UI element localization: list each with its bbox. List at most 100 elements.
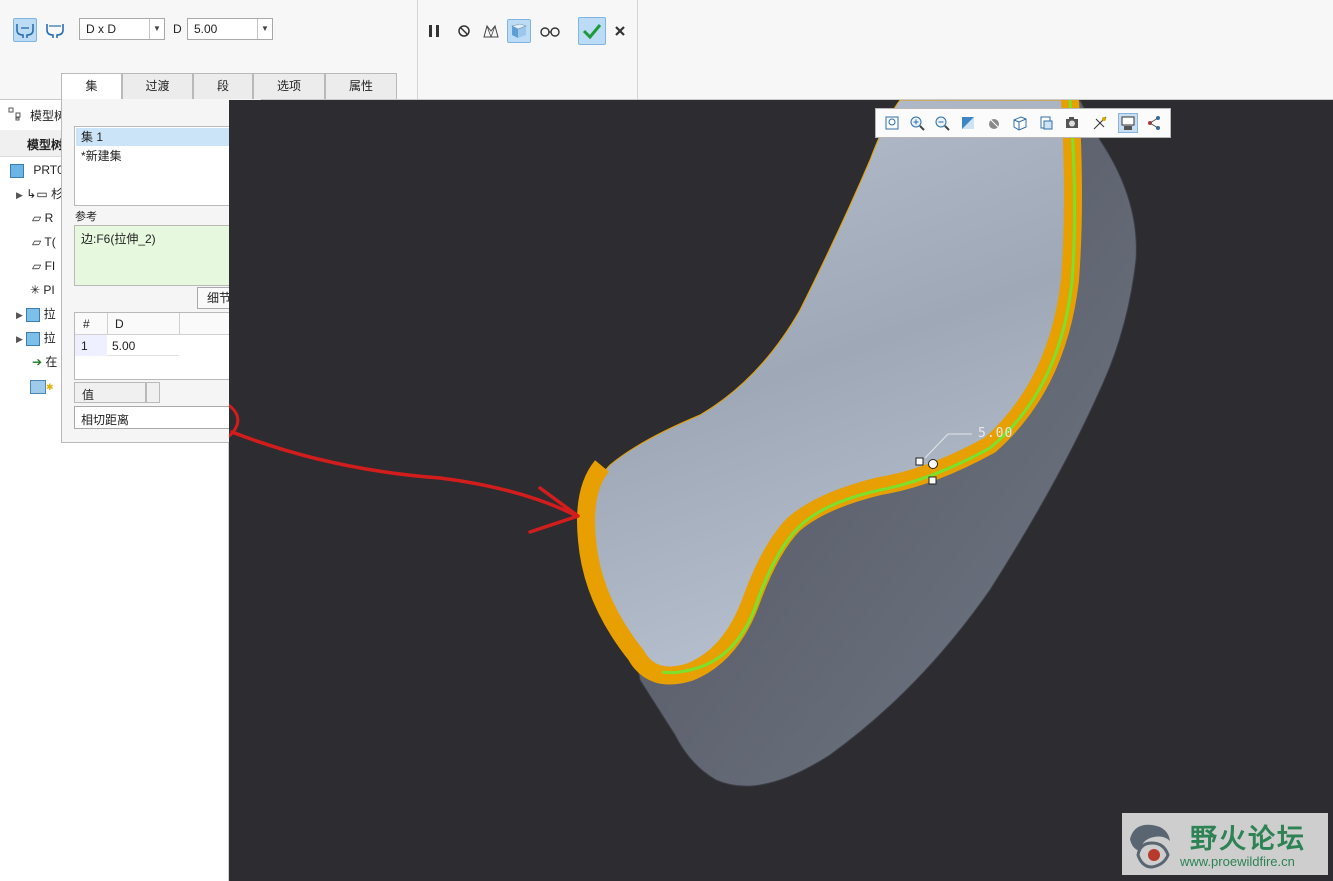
row-d-value: 5.00 <box>112 339 136 353</box>
model-tree-subtitle: 模型树 <box>27 138 64 152</box>
repaint-icon <box>962 117 974 129</box>
dimension-callout[interactable]: 5.00 <box>978 426 1013 441</box>
pause-icon <box>429 25 439 37</box>
chevron-down-icon: ▼ <box>149 19 164 39</box>
perspective-button[interactable] <box>1062 113 1082 133</box>
set-type-dropdown[interactable]: D x D ▼ <box>79 18 165 40</box>
drag-handle[interactable] <box>928 476 937 485</box>
watermark-url: www.proewildfire.cn <box>1180 854 1295 869</box>
display-style-icon <box>989 118 999 129</box>
cube-orientation-icon <box>1013 116 1027 131</box>
dimension-value: 5.00 <box>194 22 218 36</box>
display-style-button[interactable] <box>984 113 1004 133</box>
radius-table: # D 1 5.00 <box>74 312 251 380</box>
zoom-out-icon <box>935 116 950 131</box>
annotation-display-icon <box>1121 116 1135 130</box>
transition-icon <box>46 24 64 38</box>
radius-table-header: # D <box>75 313 250 335</box>
expand-arrow-icon: ▶ <box>16 310 23 320</box>
graphics-viewport[interactable]: 5.00 <box>229 100 1333 881</box>
zoom-in-icon <box>910 116 925 131</box>
round-set-icon <box>16 24 34 38</box>
camera-icon <box>1066 117 1078 128</box>
tab-properties[interactable]: 属性 <box>325 73 397 99</box>
tree-item-part[interactable]: PRT0 <box>10 159 64 181</box>
refit-icon <box>885 116 899 130</box>
column-header-d: D <box>115 317 124 331</box>
insert-arrow-icon: ➔ <box>32 355 43 369</box>
round-set-mode-button[interactable] <box>13 18 37 42</box>
tree-item-layers[interactable]: ▶ ↳▭ 杉 <box>16 183 63 205</box>
expand-arrow-icon: ▶ <box>16 190 23 200</box>
datum-plane-icon: ▱ <box>32 235 42 249</box>
glasses-preview-button[interactable] <box>538 19 562 43</box>
preview-geometry-button[interactable] <box>479 19 503 43</box>
annotation-arrow-line <box>230 430 577 517</box>
tree-item-csys[interactable]: ✳ PI <box>30 279 55 301</box>
reference-value: 边:F6(拉伸_2) <box>81 232 156 246</box>
model-render <box>229 100 1137 787</box>
tab-sets[interactable]: 集 <box>61 73 122 100</box>
tab-options[interactable]: 选项 <box>253 73 325 99</box>
references-collector[interactable]: 边:F6(拉伸_2) <box>74 225 251 286</box>
drag-handle[interactable] <box>915 457 924 466</box>
glasses-icon <box>540 27 560 37</box>
tree-item-right-plane[interactable]: ▱ R <box>32 207 53 229</box>
tree-item-front-plane[interactable]: ▱ FI <box>32 255 55 277</box>
view-manager-button[interactable] <box>1036 113 1056 133</box>
set-item-1[interactable]: 集 1 <box>76 128 249 146</box>
sets-list: 集 1 *新建集 <box>74 126 251 206</box>
tab-transitions[interactable]: 过渡 <box>122 73 193 99</box>
view-manager-icon <box>1040 116 1053 130</box>
no-preview-button[interactable] <box>452 19 476 43</box>
value-button[interactable]: 值 <box>74 382 146 403</box>
zoom-out-button[interactable] <box>932 113 952 133</box>
new-set-item[interactable]: *新建集 <box>76 147 249 165</box>
dimension-label: D <box>173 22 182 36</box>
shaded-preview-icon <box>511 23 527 38</box>
chevron-down-icon: ▼ <box>257 19 272 39</box>
wildfire-logo-icon <box>1130 824 1170 869</box>
coordinate-system-icon: ✳ <box>30 283 41 297</box>
datum-plane-icon: ▱ <box>32 211 42 225</box>
repaint-button[interactable] <box>958 113 978 133</box>
dimension-value-input[interactable]: 5.00 ▼ <box>187 18 273 40</box>
spin-center-button[interactable] <box>1144 113 1164 133</box>
ok-button[interactable] <box>578 17 606 45</box>
transition-mode-button[interactable] <box>43 18 67 42</box>
tree-item-round[interactable]: ✱ <box>30 375 54 397</box>
watermark-title: 野火论坛 <box>1190 824 1306 854</box>
annotation-circle <box>229 389 240 461</box>
extrude-icon <box>26 331 41 346</box>
verify-mode-button[interactable] <box>507 19 531 43</box>
extrude-icon <box>26 307 41 322</box>
cancel-button[interactable] <box>608 19 632 43</box>
view-toolbar <box>875 108 1171 138</box>
datum-display-filters-button[interactable] <box>1090 113 1110 133</box>
annotation-arrow-head <box>528 486 580 534</box>
datum-plane-icon: ▱ <box>32 259 42 273</box>
zoom-in-button[interactable] <box>907 113 927 133</box>
tree-item-extrude-1[interactable]: ▶ 拉 <box>16 303 56 325</box>
distance-mode-dropdown[interactable]: 相切距离 ▼ <box>74 406 251 429</box>
row-index: 1 <box>81 339 88 353</box>
checkmark-icon <box>582 24 602 40</box>
tree-item-extrude-2[interactable]: ▶ 拉 <box>16 327 56 349</box>
tree-item-top-plane[interactable]: ▱ T( <box>32 231 56 253</box>
annotation-display-button[interactable] <box>1118 113 1138 133</box>
drag-handle-center[interactable] <box>928 459 938 469</box>
part-icon <box>10 163 24 178</box>
spin-center-icon <box>1148 116 1160 130</box>
table-row[interactable]: 1 5.00 <box>75 335 179 356</box>
tree-item-insert-here[interactable]: ➔ 在 <box>32 351 57 373</box>
value-dropdown-button[interactable] <box>146 382 160 403</box>
references-label: 参考 <box>75 211 97 223</box>
cancel-preview-icon <box>458 25 470 37</box>
expand-arrow-icon: ▶ <box>16 334 23 344</box>
refit-button[interactable] <box>882 113 902 133</box>
pause-button[interactable] <box>422 19 446 43</box>
wireframe-preview-icon <box>483 24 499 38</box>
tab-pieces[interactable]: 段 <box>193 73 253 99</box>
forum-watermark: 野火论坛 www.proewildfire.cn <box>1122 813 1328 875</box>
saved-orientations-button[interactable] <box>1010 113 1030 133</box>
